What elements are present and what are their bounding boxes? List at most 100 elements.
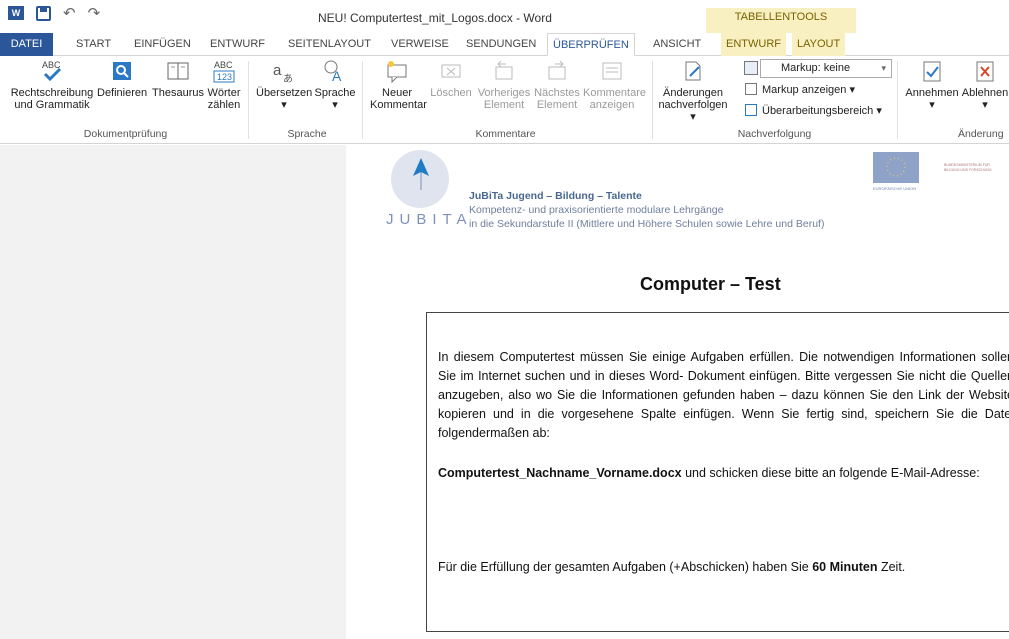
show-comments-label-1: Kommentare bbox=[583, 87, 646, 99]
svg-text:123: 123 bbox=[217, 72, 232, 82]
separator bbox=[362, 61, 363, 139]
instructions-paragraph-3: Für die Erfüllung der gesamten Aufgaben … bbox=[438, 558, 1009, 577]
previous-comment-label-1: Vorheriges bbox=[477, 87, 531, 99]
previous-comment-button[interactable]: Vorheriges Element bbox=[477, 59, 531, 121]
group-proofing: Dokumentprüfung bbox=[83, 128, 168, 140]
document-page: JUBITA JuBiTa Jugend – Bildung – Talente… bbox=[346, 145, 1009, 639]
group-changes: Änderung bbox=[958, 128, 1004, 140]
separator bbox=[248, 61, 249, 139]
review-pane-icon bbox=[745, 104, 757, 116]
track-changes-label-1: Änderungen bbox=[663, 87, 723, 99]
track-changes-button[interactable]: Änderungen nachverfolgen ▾ bbox=[657, 59, 729, 123]
thesaurus-button[interactable]: Thesaurus bbox=[151, 59, 205, 121]
reject-icon bbox=[973, 59, 997, 83]
reject-label: Ablehnen bbox=[961, 87, 1009, 99]
accept-label: Annehmen bbox=[905, 87, 959, 99]
ribbon-tabs: DATEI START EINFÜGEN ENTWURF SEITENLAYOU… bbox=[0, 33, 1009, 56]
review-pane-button[interactable]: Überarbeitungsbereich ▾ bbox=[745, 104, 882, 117]
paragraph-3-start: Für die Erfüllung der gesamten Aufgaben … bbox=[438, 560, 813, 574]
svg-text:ABC: ABC bbox=[42, 60, 61, 70]
track-changes-arrow: ▾ bbox=[690, 111, 696, 123]
word-logo-icon[interactable]: W bbox=[8, 6, 24, 20]
translate-button[interactable]: aあ Übersetzen ▾ bbox=[256, 59, 312, 121]
track-changes-icon bbox=[681, 59, 705, 83]
thesaurus-icon bbox=[166, 59, 190, 83]
ribbon: ABC Rechtschreibung und Grammatik Defini… bbox=[0, 56, 1009, 144]
time-limit-bold: 60 Minuten bbox=[812, 560, 878, 574]
tab-page-layout[interactable]: SEITENLAYOUT bbox=[283, 33, 376, 56]
new-comment-button[interactable]: Neuer Kommentar bbox=[370, 59, 427, 121]
reject-arrow: ▾ bbox=[982, 99, 988, 111]
delete-comment-icon bbox=[439, 59, 463, 83]
next-comment-label-1: Nächstes bbox=[534, 87, 580, 99]
header-line-3: in die Sekundarstufe II (Mittlere und Hö… bbox=[469, 218, 825, 230]
show-markup-button[interactable]: Markup anzeigen ▾ bbox=[745, 83, 855, 96]
track-changes-label-2: nachverfolgen bbox=[658, 99, 728, 111]
title-bar: W ↶ ↷ NEU! Computertest_mit_Logos.docx -… bbox=[0, 0, 1009, 34]
tab-table-layout[interactable]: LAYOUT bbox=[792, 33, 846, 56]
undo-icon[interactable]: ↶ bbox=[63, 6, 76, 22]
previous-comment-label-2: Element bbox=[483, 99, 525, 111]
language-button[interactable]: A Sprache ▾ bbox=[312, 59, 358, 121]
show-markup-label: Markup anzeigen bbox=[762, 84, 847, 96]
table-tools-label: TABELLENTOOLS bbox=[706, 8, 856, 34]
language-icon: A bbox=[323, 59, 347, 84]
accept-icon bbox=[920, 59, 944, 83]
thesaurus-label: Thesaurus bbox=[152, 87, 204, 99]
group-comments: Kommentare bbox=[475, 128, 536, 140]
svg-text:ABC: ABC bbox=[214, 60, 233, 70]
tab-mailings[interactable]: SENDUNGEN bbox=[461, 33, 541, 56]
jubita-logo-text: JUBITA bbox=[386, 211, 473, 228]
svg-text:A: A bbox=[332, 68, 342, 83]
tab-references[interactable]: VERWEISE bbox=[386, 33, 454, 56]
header-brand-rest: Jugend – Bildung – Talente bbox=[503, 190, 642, 202]
translate-label: Übersetzen bbox=[256, 87, 313, 99]
reject-button[interactable]: Ablehnen ▾ bbox=[961, 59, 1009, 121]
group-language: Sprache bbox=[287, 128, 327, 140]
eu-logo-caption: EUROPÄISCHE UNION bbox=[873, 186, 917, 191]
spelling-label-1: Rechtschreibung bbox=[10, 87, 94, 99]
tab-file[interactable]: DATEI bbox=[0, 33, 53, 56]
accept-arrow: ▾ bbox=[929, 99, 935, 111]
translate-arrow: ▾ bbox=[281, 99, 287, 111]
left-panel bbox=[0, 145, 346, 639]
tab-insert[interactable]: EINFÜGEN bbox=[129, 33, 196, 56]
quick-access-toolbar: W ↶ ↷ bbox=[8, 6, 100, 22]
header-line-1: JuBiTa Jugend – Bildung – Talente bbox=[469, 189, 824, 203]
delete-comment-button[interactable]: Löschen bbox=[429, 59, 473, 121]
language-arrow: ▾ bbox=[332, 99, 338, 111]
file-name-bold: Computertest_Nachname_Vorname.docx bbox=[438, 466, 682, 480]
header-brand: JuBiTa bbox=[469, 190, 504, 202]
redo-icon[interactable]: ↷ bbox=[88, 6, 101, 22]
header-line-2: Kompetenz- und praxisorientierte modular… bbox=[469, 204, 724, 216]
define-label: Definieren bbox=[97, 87, 148, 99]
markup-dropdown[interactable]: Markup: keine ▾ bbox=[760, 59, 892, 78]
spelling-grammar-button[interactable]: ABC Rechtschreibung und Grammatik bbox=[8, 59, 96, 121]
new-comment-label-2: Kommentar bbox=[370, 99, 427, 111]
define-button[interactable]: Definieren bbox=[97, 59, 147, 121]
define-icon bbox=[110, 59, 134, 83]
paragraph-3-end: Zeit. bbox=[877, 560, 906, 574]
svg-text:a: a bbox=[273, 62, 282, 79]
delete-comment-label: Löschen bbox=[430, 87, 472, 99]
tab-design[interactable]: ENTWURF bbox=[205, 33, 270, 56]
separator bbox=[652, 61, 653, 139]
save-icon[interactable] bbox=[36, 6, 51, 21]
show-markup-icon bbox=[745, 83, 757, 95]
new-comment-label-1: Neuer bbox=[382, 87, 412, 99]
tab-table-design[interactable]: ENTWURF bbox=[721, 33, 786, 56]
show-comments-button[interactable]: Kommentare anzeigen bbox=[583, 59, 646, 121]
next-comment-button[interactable]: Nächstes Element bbox=[533, 59, 581, 121]
word-count-button[interactable]: ABC 123 Wörter zählen bbox=[205, 59, 243, 121]
window-title: NEU! Computertest_mit_Logos.docx - Word bbox=[318, 11, 552, 25]
show-comments-label-2: anzeigen bbox=[589, 99, 635, 111]
chevron-down-icon: ▾ bbox=[881, 63, 886, 73]
accept-button[interactable]: Annehmen ▾ bbox=[903, 59, 961, 121]
word-count-icon: ABC 123 bbox=[212, 59, 236, 83]
ministry-logo: BUNDESMINISTERIUM FÜR BILDUNG UND FORSCH… bbox=[944, 163, 992, 172]
tab-start[interactable]: START bbox=[71, 33, 116, 56]
tab-review[interactable]: ÜBERPRÜFEN bbox=[547, 33, 635, 56]
tab-view[interactable]: ANSICHT bbox=[648, 33, 706, 56]
language-label: Sprache bbox=[314, 87, 356, 99]
instructions-paragraph-2: Computertest_Nachname_Vorname.docx und s… bbox=[438, 464, 1009, 483]
